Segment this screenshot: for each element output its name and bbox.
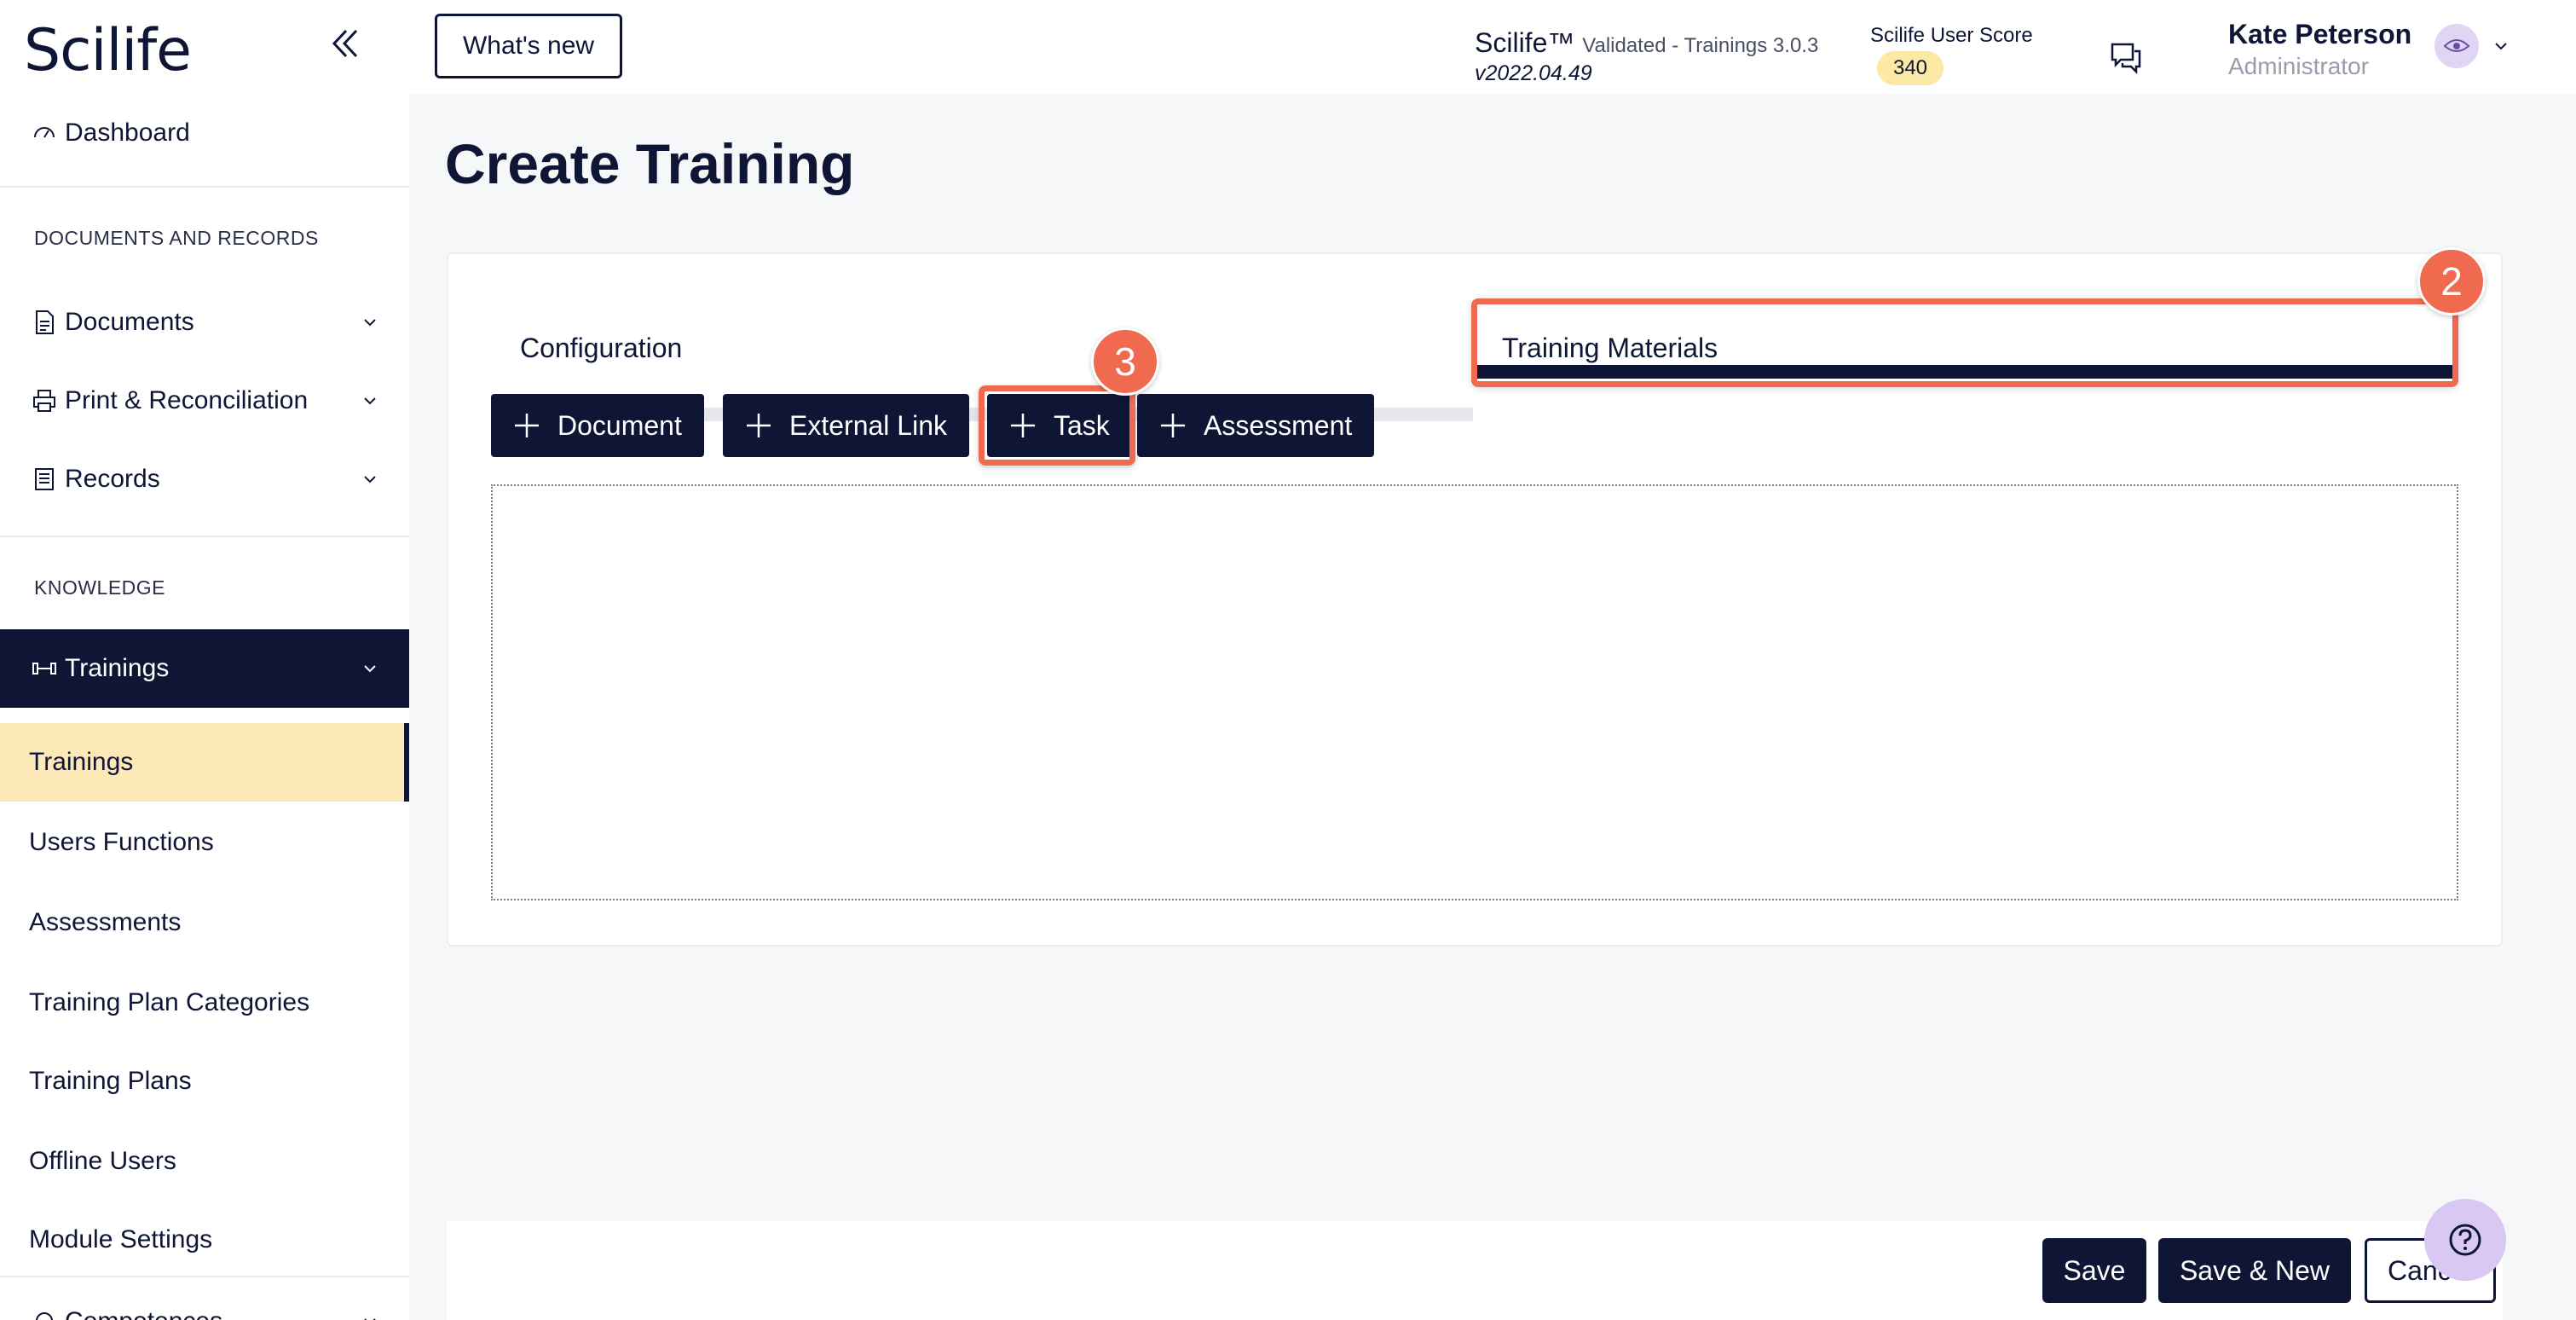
sidebar-item-competences[interactable]: Competences (0, 1282, 409, 1320)
add-external-link-button[interactable]: External Link (723, 394, 969, 457)
divider (0, 536, 409, 537)
sidebar-subitem-assessments[interactable]: Assessments (0, 883, 409, 962)
sidebar-subitem-training-plan-categories[interactable]: Training Plan Categories (0, 964, 409, 1042)
sidebar-item-print-reconciliation[interactable]: Print & Reconciliation (0, 362, 409, 440)
section-label-knowledge: KNOWLEDGE (34, 576, 166, 599)
sidebar-item-dashboard[interactable]: Dashboard (0, 94, 409, 172)
highlight-task-button (979, 385, 1135, 466)
add-external-link-label: External Link (789, 409, 947, 441)
sidebar-item-label: Dashboard (65, 119, 190, 147)
user-name: Kate Peterson (2228, 19, 2412, 49)
sidebar-item-label: Trainings (65, 654, 170, 682)
chevron-down-icon (364, 665, 376, 673)
user-score-label: Scilife User Score (1870, 24, 2033, 47)
whats-new-button[interactable]: What's new (435, 14, 622, 78)
add-assessment-label: Assessment (1204, 409, 1353, 441)
brand-subtitle: Validated - Trainings 3.0.3 (1582, 34, 1819, 57)
step-badge-2: 2 (2417, 247, 2486, 316)
add-document-label: Document (557, 409, 682, 441)
step-badge-3: 3 (1091, 327, 1159, 396)
sidebar-subitem-trainings[interactable]: Trainings (0, 723, 409, 802)
sidebar: Scilife Dashboard DOCUMENTS AND RECORDS … (0, 0, 409, 1320)
sidebar-item-label: Records (65, 465, 160, 493)
chevron-down-icon[interactable] (2492, 38, 2510, 55)
sidebar-item-records[interactable]: Records (0, 440, 409, 518)
user-score-badge: 340 (1877, 51, 1944, 85)
sidebar-subitem-module-settings[interactable]: Module Settings (0, 1201, 409, 1279)
sidebar-subitem-users-functions[interactable]: Users Functions (0, 803, 409, 882)
plus-icon (1161, 414, 1185, 437)
sidebar-item-label: Documents (65, 308, 194, 336)
sidebar-item-label: Print & Reconciliation (65, 386, 309, 414)
eye-icon (2443, 39, 2470, 52)
add-document-button[interactable]: Document (491, 394, 704, 457)
document-icon (29, 307, 60, 338)
avatar[interactable] (2434, 24, 2479, 68)
sidebar-subitem-offline-users[interactable]: Offline Users (0, 1122, 409, 1201)
sidebar-item-label: Competences (65, 1307, 222, 1320)
chevron-down-icon (364, 397, 376, 405)
brand-title: Scilife™ (1475, 27, 1575, 58)
top-bar: What's new Scilife™ Validated - Training… (409, 0, 2576, 94)
printer-icon (29, 385, 60, 416)
chat-icon[interactable] (2105, 38, 2146, 78)
user-role: Administrator (2228, 53, 2369, 79)
chevron-down-icon (364, 476, 376, 483)
tab-configuration[interactable]: Configuration (493, 298, 1473, 380)
dumbbell-icon (29, 653, 60, 684)
section-label-documents: DOCUMENTS AND RECORDS (34, 227, 319, 249)
sidebar-subitem-training-plans[interactable]: Training Plans (0, 1042, 409, 1120)
collapse-sidebar-icon[interactable] (324, 22, 367, 65)
divider (0, 186, 409, 188)
plus-icon (515, 414, 539, 437)
app-version: v2022.04.49 (1475, 61, 1592, 85)
sidebar-item-trainings-group[interactable]: Trainings (0, 629, 409, 708)
plus-icon (747, 414, 771, 437)
question-icon (2449, 1224, 2481, 1256)
highlight-training-materials-tab (1471, 298, 2458, 387)
brand-name: Scilife™ Validated - Trainings 3.0.3 (1475, 27, 1818, 59)
speedometer-icon (29, 118, 60, 148)
chevron-down-icon (364, 319, 376, 327)
save-button[interactable]: Save (2042, 1238, 2146, 1303)
scilife-logo: Scilife (24, 17, 192, 84)
page-title: Create Training (445, 132, 855, 195)
add-assessment-button[interactable]: Assessment (1137, 394, 1375, 457)
materials-list-area (491, 484, 2458, 900)
divider (0, 1276, 409, 1277)
sidebar-item-documents[interactable]: Documents (0, 283, 409, 362)
records-icon (29, 464, 60, 495)
help-button[interactable] (2424, 1199, 2506, 1281)
competences-icon (29, 1306, 60, 1320)
chevron-down-icon (364, 1318, 376, 1320)
save-and-new-button[interactable]: Save & New (2158, 1238, 2351, 1303)
